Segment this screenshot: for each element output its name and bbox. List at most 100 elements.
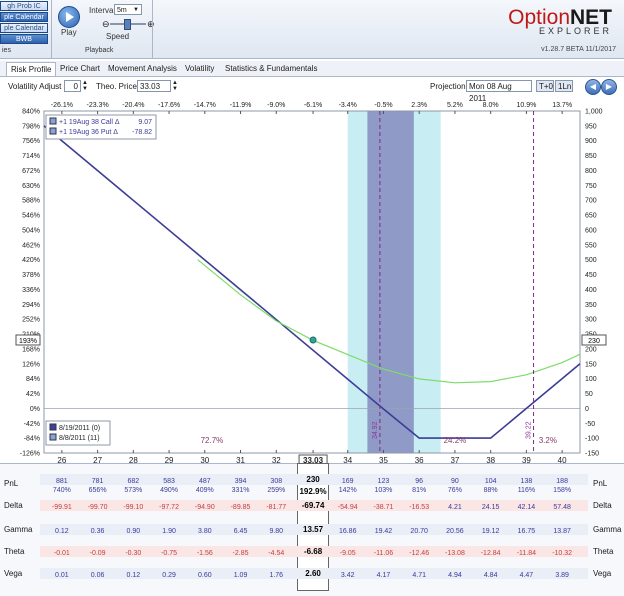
table-cell: 138 xyxy=(520,478,533,485)
arrow-right-icon[interactable]: ▶ xyxy=(601,79,617,95)
right-tick-label: -50 xyxy=(585,421,595,428)
table-cell: 142% xyxy=(338,487,357,494)
right-tick-label: 150 xyxy=(585,361,597,368)
table-cell: 490% xyxy=(160,487,179,494)
tab-volatility[interactable]: Volatility xyxy=(181,62,218,75)
ribbon-divider xyxy=(152,0,153,58)
table-cell: 656% xyxy=(88,487,107,494)
volatility-adjust-input[interactable]: 0 xyxy=(64,80,81,92)
table-cell: 57.48 xyxy=(553,504,571,511)
tab-risk-profile[interactable]: Risk Profile xyxy=(6,62,57,76)
table-cell: 0.60 xyxy=(197,572,212,579)
legend-position-label: +1 19Aug 36 Put Δ xyxy=(59,129,118,136)
projection-date-input[interactable]: Mon 08 Aug 2011 xyxy=(466,80,532,103)
volatility-spinner-icon[interactable]: ▲ ▼ xyxy=(82,80,88,92)
price-tick-label: 40 xyxy=(558,456,567,463)
table-cell: 76% xyxy=(447,487,462,494)
price-tick-label: 26 xyxy=(57,456,66,463)
strategy-button-1[interactable]: ple Calendar xyxy=(0,12,48,22)
right-tick-label: 500 xyxy=(585,257,597,264)
table-cell: -89.85 xyxy=(230,504,251,511)
price-tick-label: 30 xyxy=(200,456,209,463)
left-tick-label: 756% xyxy=(22,138,40,145)
tab-statistics-fundamentals[interactable]: Statistics & Fundamentals xyxy=(221,62,321,75)
table-cell: -12.46 xyxy=(409,550,430,557)
speed-label: Speed xyxy=(106,32,130,41)
table-cell: 90 xyxy=(451,478,459,485)
table-cell: 81% xyxy=(412,487,427,494)
arrow-left-icon[interactable]: ◀ xyxy=(585,79,601,95)
t0-button[interactable]: T+0 xyxy=(536,80,554,92)
table-cell: -99.70 xyxy=(87,504,108,511)
risk-profile-chart: -26.1% -23.3% -20.4% -17.6% -14.7% -11.9% -9.0… xyxy=(15,102,607,463)
zone-probability-label: 24.2% xyxy=(444,436,467,445)
price-tick-label: 38 xyxy=(486,456,495,463)
table-cell: -94.90 xyxy=(194,504,215,511)
table-cell: 3.42 xyxy=(340,572,355,579)
legend-position-value: 9.07 xyxy=(138,119,152,126)
table-cell: 0.12 xyxy=(55,528,69,535)
table-cell: 1.90 xyxy=(162,528,176,535)
one-ln-button[interactable]: 1Ln xyxy=(555,80,573,92)
theo-price-spinner-icon[interactable]: ▲ ▼ xyxy=(172,80,178,92)
table-cell: 169 xyxy=(341,478,354,485)
table-cell: 259% xyxy=(267,487,286,494)
table-cell: 3.89 xyxy=(555,572,569,579)
table-cell: 4.94 xyxy=(448,572,462,579)
table-cell: -54.94 xyxy=(337,504,358,511)
legend-date-swatch[interactable] xyxy=(49,423,57,431)
right-tick-label: 550 xyxy=(585,242,597,249)
table-cell: -0.75 xyxy=(161,550,178,557)
table-cell: 20.70 xyxy=(410,528,428,535)
right-tick-label: -100 xyxy=(585,436,599,443)
play-button[interactable] xyxy=(58,6,80,28)
price-tick-label: 34 xyxy=(343,456,352,463)
theo-price-input[interactable]: 33.03 xyxy=(137,80,171,92)
tab-movement-analysis[interactable]: Movement Analysis xyxy=(104,62,181,75)
table-cell: 24.15 xyxy=(481,504,500,511)
interval-dropdown[interactable]: 5m ▼ xyxy=(114,4,142,15)
table-cell: 4.47 xyxy=(519,572,534,579)
table-cell: 583 xyxy=(163,478,175,485)
probability-bands xyxy=(347,111,441,453)
table-cell: -0.09 xyxy=(89,550,106,557)
row-label-right: Delta xyxy=(593,501,612,510)
tab-price-chart[interactable]: Price Chart xyxy=(56,62,104,75)
table-cell: -99.91 xyxy=(51,504,72,511)
left-tick-label: 420% xyxy=(22,257,40,264)
table-cell: -13.08 xyxy=(444,550,465,557)
strategy-button-2[interactable]: ple Calendar xyxy=(0,23,48,33)
strategy-button-0[interactable]: gh Prob IC xyxy=(0,1,48,11)
left-tick-label: 588% xyxy=(22,198,40,205)
legend-checkbox[interactable] xyxy=(49,117,57,125)
play-label: Play xyxy=(61,28,77,37)
projection-label: Projection xyxy=(430,82,466,91)
speed-slider-thumb[interactable] xyxy=(124,19,131,30)
table-cell: 19.12 xyxy=(481,528,500,535)
price-axis: 26 27 28 29 30 31 32 33.03 34 35 36 37 38 39 40 xyxy=(57,454,567,463)
table-cell: 42.14 xyxy=(517,504,536,511)
pct-tick-label: -20.4% xyxy=(122,102,144,109)
legend-position-label: +1 19Aug 38 Call Δ xyxy=(59,119,120,126)
row-label-left: PnL xyxy=(4,479,19,488)
price-tick-label: 27 xyxy=(93,456,102,463)
plus-icon[interactable]: ⊕ xyxy=(147,19,155,30)
table-cell: -6.68 xyxy=(303,547,323,556)
strategy-button-3[interactable]: BWB xyxy=(0,34,48,44)
right-tick-label: 300 xyxy=(585,317,597,324)
table-cell: 158% xyxy=(553,487,572,494)
current-return-value: 193% xyxy=(19,338,37,345)
left-tick-label: -42% xyxy=(24,421,40,428)
row-label-left: Gamma xyxy=(4,525,33,534)
legend-checkbox[interactable] xyxy=(49,127,57,135)
minus-icon[interactable]: ⊖ xyxy=(102,19,110,30)
table-cell: -9.05 xyxy=(339,550,356,557)
strategies-group-label: ies xyxy=(2,47,11,54)
right-tick-label: 650 xyxy=(585,213,597,220)
table-cell: 1.09 xyxy=(233,572,248,579)
greeks-table: PnL PnL 881 781 682 583 487 394 308 230 169 123 96 90… xyxy=(0,463,624,596)
legend-date-swatch[interactable] xyxy=(49,433,57,441)
right-tick-label: 600 xyxy=(585,227,597,234)
row-label-right: PnL xyxy=(593,479,608,488)
table-cell: 123 xyxy=(377,478,390,485)
